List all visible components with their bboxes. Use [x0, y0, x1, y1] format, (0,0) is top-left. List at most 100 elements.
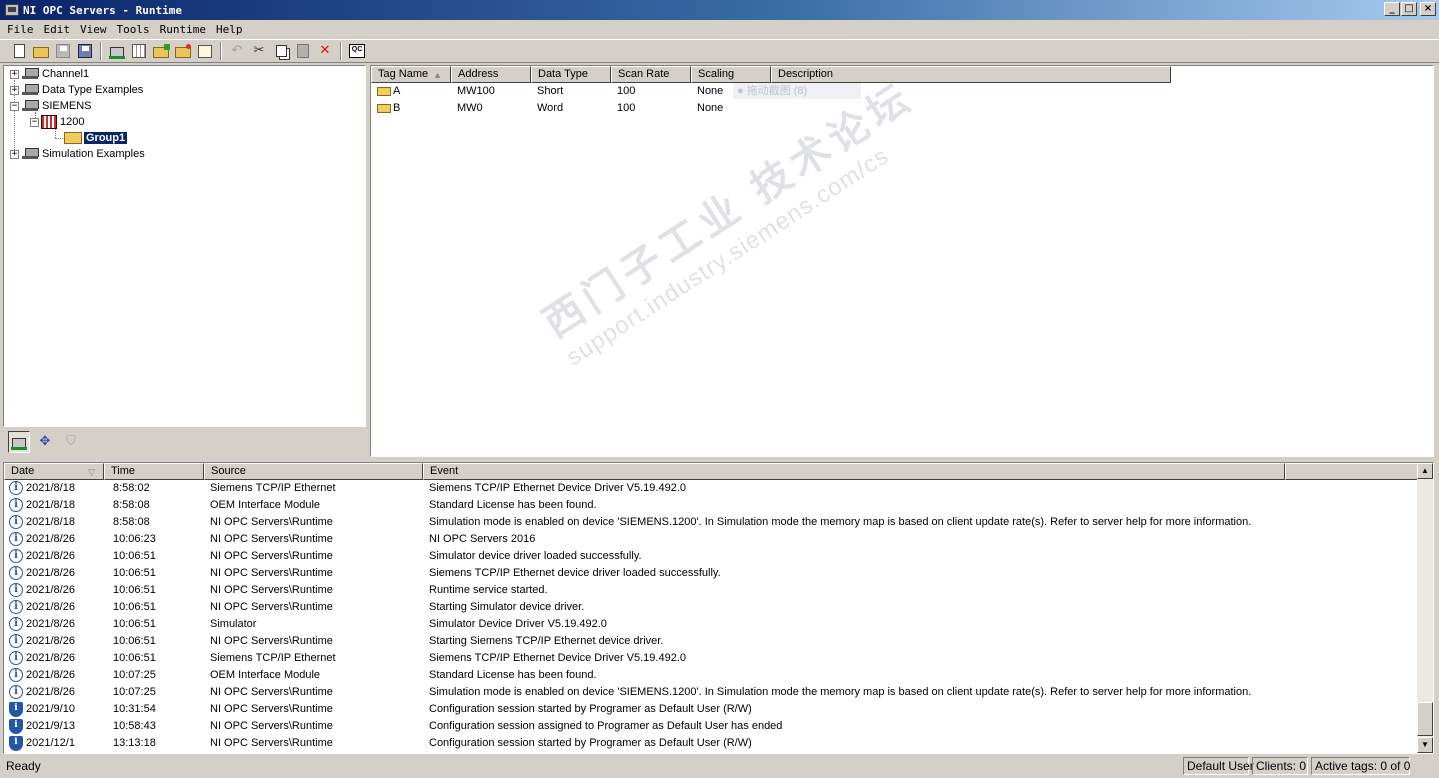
status-clients: Clients: 0 [1252, 757, 1308, 775]
log-row[interactable]: i 2021/8/26 10:06:51 NI OPC Servers\Runtime… [4, 599, 1416, 616]
column-header-date[interactable]: Date ▽ [4, 463, 104, 480]
new-group-icon [153, 44, 170, 58]
table-row[interactable]: B MW0 Word 100 None [371, 100, 1431, 117]
minimize-button[interactable]: _ [1384, 2, 1400, 16]
alias-view-tab[interactable]: ✥ [34, 431, 56, 453]
column-header-event[interactable]: Event [423, 463, 1285, 480]
menu-help[interactable]: Help [211, 23, 248, 36]
column-header-tag-name[interactable]: Tag Name ▲ [371, 66, 451, 83]
log-date: 2021/9/10 [26, 703, 75, 715]
event-log-panel[interactable]: Date ▽ Time Source Event i 2021/8/18 8:58:… [3, 462, 1434, 754]
tag-data-type: Word [537, 102, 564, 114]
log-row[interactable]: i 2021/8/18 8:58:08 NI OPC Servers\Runtime S… [4, 514, 1416, 531]
log-event: Configuration session started by Program… [429, 737, 752, 749]
save-as-button[interactable] [74, 41, 96, 61]
delete-button[interactable]: ✕ [314, 41, 336, 61]
info-icon: i [9, 685, 23, 699]
new-tag-button[interactable] [172, 41, 194, 61]
menu-tools[interactable]: Tools [112, 23, 155, 36]
log-row[interactable]: i 2021/8/18 8:58:08 OEM Interface Module Sta… [4, 497, 1416, 514]
new-device-icon [132, 44, 146, 58]
new-channel-button[interactable] [106, 41, 128, 61]
column-header-description[interactable]: Description [771, 66, 1171, 83]
log-row[interactable]: i 2021/8/26 10:07:25 OEM Interface Module St… [4, 667, 1416, 684]
log-row[interactable]: i 2021/8/26 10:06:51 Siemens TCP/IP Etherne… [4, 650, 1416, 667]
tree-item-1200[interactable]: − 1200 [30, 114, 84, 130]
log-date: 2021/8/26 [26, 550, 75, 562]
table-row[interactable]: A MW100 Short 100 None [371, 83, 1431, 100]
tag-list-panel[interactable]: Tag Name ▲ Address Data Type Scan Rate S… [370, 65, 1434, 457]
tree-item-siemens[interactable]: − SIEMENS [10, 98, 92, 114]
security-info-icon: i [9, 736, 23, 751]
tree-item-data-type-examples[interactable]: + Data Type Examples [10, 82, 143, 98]
log-date: 2021/8/26 [26, 584, 75, 596]
security-info-icon: i [9, 702, 23, 717]
log-row[interactable]: i 2021/8/26 10:06:23 NI OPC Servers\Runtime… [4, 531, 1416, 548]
menu-runtime[interactable]: Runtime [155, 23, 211, 36]
log-row[interactable]: i 2021/9/10 10:31:54 NI OPC Servers\Runtime… [4, 701, 1416, 718]
paste-button[interactable] [292, 41, 314, 61]
log-source: NI OPC Servers\Runtime [210, 601, 333, 613]
column-label: Time [111, 465, 136, 477]
new-project-button[interactable] [8, 41, 30, 61]
event-log-scrollbar[interactable]: ▲ ▼ [1417, 463, 1433, 753]
title-bar[interactable]: NI OPC Servers - Runtime _ □ × [0, 0, 1439, 20]
column-header-scaling[interactable]: Scaling [691, 66, 771, 83]
properties-button[interactable] [194, 41, 216, 61]
log-row[interactable]: i 2021/8/26 10:07:25 NI OPC Servers\Runtime… [4, 684, 1416, 701]
toolbar-separator [100, 42, 102, 60]
column-header-data-type[interactable]: Data Type [531, 66, 611, 83]
close-button[interactable]: × [1420, 2, 1436, 16]
column-header-scan-rate[interactable]: Scan Rate [611, 66, 691, 83]
cut-button[interactable]: ✂ [248, 41, 270, 61]
open-project-button[interactable] [30, 41, 52, 61]
maximize-button[interactable]: □ [1401, 2, 1417, 16]
save-button[interactable] [52, 41, 74, 61]
menu-view[interactable]: View [75, 23, 112, 36]
log-source: Simulator [210, 618, 257, 630]
menu-file[interactable]: File [2, 23, 39, 36]
column-header-time[interactable]: Time [104, 463, 204, 480]
tag-icon [377, 104, 391, 113]
column-header-address[interactable]: Address [451, 66, 531, 83]
column-header-source[interactable]: Source [204, 463, 423, 480]
tree-item-group1[interactable]: Group1 [62, 130, 128, 146]
log-row[interactable]: i 2021/8/26 10:06:51 NI OPC Servers\Runtime… [4, 633, 1416, 650]
expand-icon[interactable]: + [10, 85, 19, 95]
log-event: Configuration session started by Program… [429, 703, 752, 715]
project-tree-panel[interactable]: + Channel1 + Data Type Examples − SIEMEN… [3, 65, 366, 427]
menu-edit[interactable]: Edit [39, 23, 76, 36]
expand-icon[interactable]: + [10, 69, 19, 79]
tree-item-simulation-examples[interactable]: + Simulation Examples [10, 146, 145, 162]
copy-button[interactable] [270, 41, 292, 61]
delete-icon: ✕ [319, 43, 331, 58]
new-device-button[interactable] [128, 41, 150, 61]
scroll-down-button[interactable]: ▼ [1417, 737, 1433, 753]
event-view-tab[interactable]: ⛉ [60, 431, 82, 453]
log-row[interactable]: i 2021/8/18 8:58:02 Siemens TCP/IP Ethernet… [4, 480, 1416, 497]
new-group-button[interactable] [150, 41, 172, 61]
log-row[interactable]: i 2021/8/26 10:06:51 NI OPC Servers\Runtime… [4, 582, 1416, 599]
status-active-tags: Active tags: 0 of 0 [1311, 757, 1410, 775]
log-row[interactable]: i 2021/8/26 10:06:51 NI OPC Servers\Runtime… [4, 548, 1416, 565]
log-time: 10:31:54 [113, 703, 156, 715]
tree-item-channel1[interactable]: + Channel1 [10, 66, 89, 82]
new-project-icon [13, 44, 25, 58]
log-row[interactable]: i 2021/9/13 10:58:43 NI OPC Servers\Runtime… [4, 718, 1416, 735]
quick-client-button[interactable]: QC [346, 41, 368, 61]
log-time: 10:07:25 [113, 686, 156, 698]
project-view-tab[interactable] [8, 431, 30, 453]
log-row[interactable]: i 2021/8/26 10:06:51 NI OPC Servers\Runtime… [4, 565, 1416, 582]
scroll-up-button[interactable]: ▲ [1417, 463, 1433, 479]
log-row[interactable]: i 2021/12/1 13:13:18 NI OPC Servers\Runtime… [4, 735, 1416, 752]
scroll-thumb[interactable] [1417, 702, 1433, 736]
collapse-icon[interactable]: − [10, 101, 19, 111]
log-source: NI OPC Servers\Runtime [210, 550, 333, 562]
expand-icon[interactable]: + [10, 149, 19, 159]
log-time: 13:13:18 [113, 737, 156, 749]
log-row[interactable]: i 2021/8/26 10:06:51 Simulator Simulator Dev… [4, 616, 1416, 633]
collapse-icon[interactable]: − [30, 117, 39, 127]
toolbar-separator [220, 42, 222, 60]
log-source: NI OPC Servers\Runtime [210, 567, 333, 579]
undo-button[interactable]: ↶ [226, 41, 248, 61]
